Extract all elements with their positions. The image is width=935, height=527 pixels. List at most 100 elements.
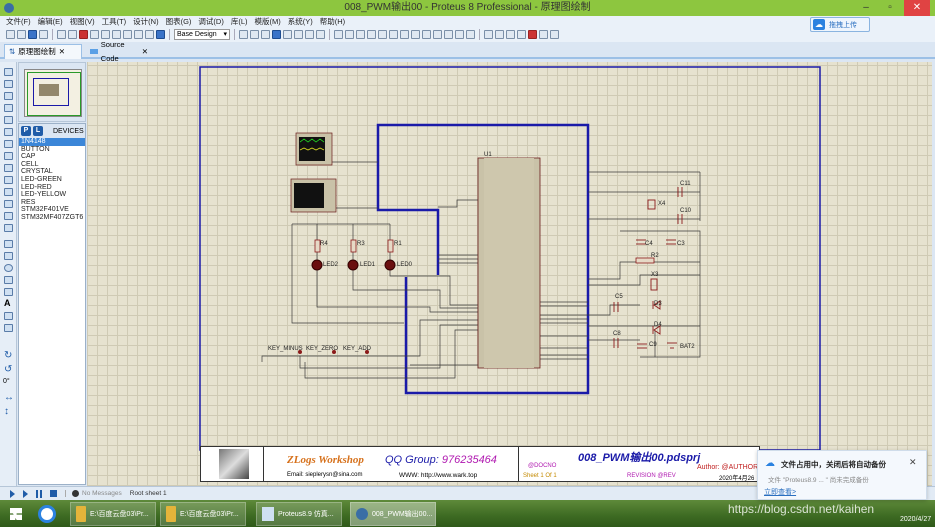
home-icon[interactable] bbox=[57, 30, 66, 39]
tab-schematic-capture[interactable]: ⇅ 原理图绘制 ✕ bbox=[4, 44, 82, 59]
wire-autorouter-icon[interactable] bbox=[484, 30, 493, 39]
mirror-horizontal-icon[interactable]: ↔ bbox=[4, 392, 14, 403]
make-device-icon[interactable] bbox=[444, 30, 453, 39]
device-item[interactable]: RES bbox=[19, 199, 85, 207]
netlist-icon[interactable] bbox=[550, 30, 559, 39]
menu-edit[interactable]: 编辑(E) bbox=[38, 16, 63, 27]
maximize-button[interactable]: ▫ bbox=[878, 0, 902, 16]
device-item[interactable]: BUTTON bbox=[19, 146, 85, 154]
menu-debug[interactable]: 调试(D) bbox=[198, 16, 223, 27]
terminals-icon[interactable] bbox=[4, 152, 13, 160]
refresh-icon[interactable] bbox=[239, 30, 248, 39]
taskbar-item-proteus[interactable]: 008_PWM输出00... bbox=[350, 502, 436, 526]
import-icon[interactable] bbox=[39, 30, 48, 39]
box-icon[interactable] bbox=[4, 252, 13, 260]
overview-preview[interactable] bbox=[24, 69, 82, 117]
circle-icon[interactable] bbox=[4, 264, 13, 272]
design-variant-select[interactable]: Base Design ▾ bbox=[174, 29, 230, 40]
path-icon[interactable] bbox=[4, 288, 13, 296]
pick-devices-button[interactable]: P bbox=[21, 126, 31, 136]
schematic-canvas[interactable] bbox=[87, 62, 932, 486]
menu-design[interactable]: 设计(N) bbox=[133, 16, 158, 27]
help-icon[interactable] bbox=[156, 30, 165, 39]
zoom-out-icon[interactable] bbox=[294, 30, 303, 39]
cortana-icon[interactable] bbox=[38, 505, 56, 523]
graph-icon[interactable] bbox=[4, 176, 13, 184]
text-script-icon[interactable] bbox=[4, 116, 13, 124]
clock-date[interactable]: 2020/4/27 bbox=[900, 516, 931, 523]
menu-view[interactable]: 视图(V) bbox=[70, 16, 95, 27]
zoom-all-icon[interactable] bbox=[305, 30, 314, 39]
taskbar-item-explorer-2[interactable]: E:\百度云盘03\Pr... bbox=[160, 502, 246, 526]
view-now-link[interactable]: 立即查看> bbox=[764, 487, 796, 497]
rotate-anticlockwise-icon[interactable]: ↺ bbox=[4, 364, 12, 375]
component-mode-icon[interactable] bbox=[4, 80, 13, 88]
device-item[interactable]: CELL bbox=[19, 161, 85, 169]
copy-icon[interactable] bbox=[367, 30, 376, 39]
zoom-area-icon[interactable] bbox=[316, 30, 325, 39]
arc-icon[interactable] bbox=[4, 276, 13, 284]
origin-icon[interactable] bbox=[261, 30, 270, 39]
wire-label-icon[interactable] bbox=[4, 104, 13, 112]
delete-sheet-icon[interactable] bbox=[528, 30, 537, 39]
device-item[interactable]: LED-RED bbox=[19, 184, 85, 192]
subcircuit-icon[interactable] bbox=[4, 140, 13, 148]
selection-mode-icon[interactable] bbox=[4, 68, 13, 76]
symbol-icon[interactable] bbox=[4, 312, 13, 320]
zoom-in-icon[interactable] bbox=[283, 30, 292, 39]
paste-icon[interactable] bbox=[378, 30, 387, 39]
schematic-icon[interactable] bbox=[68, 30, 77, 39]
search-icon[interactable] bbox=[495, 30, 504, 39]
close-tab-icon[interactable]: ✕ bbox=[142, 45, 148, 59]
close-tab-icon[interactable]: ✕ bbox=[59, 45, 65, 59]
stop-icon[interactable] bbox=[50, 490, 57, 497]
menu-help[interactable]: 帮助(H) bbox=[320, 16, 345, 27]
save-icon[interactable] bbox=[28, 30, 37, 39]
menu-system[interactable]: 系统(Y) bbox=[288, 16, 313, 27]
junction-dot-icon[interactable] bbox=[4, 92, 13, 100]
menu-graph[interactable]: 图表(G) bbox=[166, 16, 192, 27]
rotate-clockwise-icon[interactable]: ↻ bbox=[4, 350, 12, 361]
menu-tools[interactable]: 工具(T) bbox=[102, 16, 127, 27]
pan-icon[interactable] bbox=[272, 30, 281, 39]
grid-icon[interactable] bbox=[250, 30, 259, 39]
block-delete-icon[interactable] bbox=[422, 30, 431, 39]
marker-icon[interactable] bbox=[4, 324, 13, 332]
device-item[interactable]: STM32F401VE bbox=[19, 206, 85, 214]
virtual-instrument-icon[interactable] bbox=[4, 224, 13, 232]
pause-icon[interactable] bbox=[36, 489, 42, 498]
report-icon[interactable] bbox=[145, 30, 154, 39]
device-item[interactable]: CRYSTAL bbox=[19, 168, 85, 176]
cut-icon[interactable] bbox=[356, 30, 365, 39]
open-folder-icon[interactable] bbox=[17, 30, 26, 39]
pcb-icon[interactable] bbox=[79, 30, 88, 39]
device-item[interactable]: LED-GREEN bbox=[19, 176, 85, 184]
rotation-angle-field[interactable]: 0° bbox=[3, 378, 10, 385]
undo-icon[interactable] bbox=[334, 30, 343, 39]
device-item[interactable]: LED-YELLOW bbox=[19, 191, 85, 199]
property-tool-icon[interactable] bbox=[506, 30, 515, 39]
overview-window[interactable] bbox=[18, 62, 86, 122]
line-icon[interactable] bbox=[4, 240, 13, 248]
packaging-icon[interactable] bbox=[455, 30, 464, 39]
new-sheet-icon[interactable] bbox=[517, 30, 526, 39]
taskbar-item-explorer-1[interactable]: E:\百度云盘03\Pr... bbox=[70, 502, 156, 526]
close-button[interactable]: ✕ bbox=[904, 0, 930, 16]
tape-recorder-icon[interactable] bbox=[4, 188, 13, 196]
minimize-button[interactable]: – bbox=[854, 0, 878, 16]
device-item[interactable]: CAP bbox=[19, 153, 85, 161]
generator-icon[interactable] bbox=[4, 200, 13, 208]
device-item[interactable]: 1N4148 bbox=[19, 138, 85, 146]
mirror-vertical-icon[interactable]: ↕ bbox=[4, 406, 9, 417]
gerber-icon[interactable] bbox=[90, 30, 99, 39]
device-item[interactable]: STM32MF407ZGT6 bbox=[19, 214, 85, 222]
menu-file[interactable]: 文件(F) bbox=[6, 16, 31, 27]
bus-icon[interactable] bbox=[4, 128, 13, 136]
tab-source-code[interactable]: Source Code ✕ bbox=[86, 40, 152, 63]
block-move-icon[interactable] bbox=[400, 30, 409, 39]
block-rotate-icon[interactable] bbox=[411, 30, 420, 39]
start-button[interactable] bbox=[10, 508, 22, 520]
library-manager-button[interactable]: L bbox=[33, 126, 43, 136]
message-count[interactable]: No Messages bbox=[82, 490, 122, 497]
overview-viewport[interactable] bbox=[27, 72, 81, 116]
